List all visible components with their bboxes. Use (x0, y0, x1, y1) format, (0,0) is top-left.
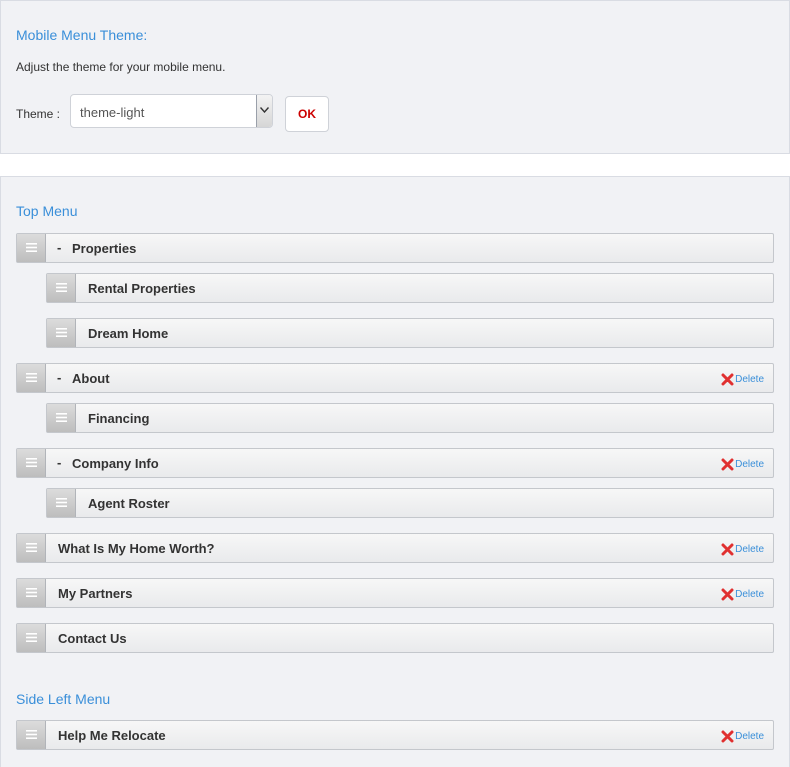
drag-handle[interactable] (47, 404, 76, 432)
ok-button[interactable]: OK (285, 96, 329, 132)
menu-item-properties[interactable]: - Properties (16, 233, 774, 263)
menu-item-label: My Partners (58, 586, 133, 601)
menu-item-dream-home[interactable]: Dream Home (46, 318, 774, 348)
delete-label: Delete (735, 543, 764, 555)
hamburger-icon (56, 328, 67, 337)
menu-item-help-me-relocate[interactable]: Help Me Relocate Delete (16, 720, 774, 750)
menu-item-my-partners[interactable]: My Partners Delete (16, 578, 774, 608)
delete-button[interactable]: Delete (721, 372, 764, 386)
menu-item-agent-roster[interactable]: Agent Roster (46, 488, 774, 518)
menu-item-label: About (72, 371, 110, 386)
hamburger-icon (26, 458, 37, 467)
theme-panel: Mobile Menu Theme: Adjust the theme for … (0, 0, 790, 154)
theme-select[interactable]: theme-light (70, 94, 273, 128)
theme-select-value: theme-light (80, 105, 145, 120)
theme-description: Adjust the theme for your mobile menu. (16, 60, 226, 74)
red-x-icon (721, 373, 734, 385)
drag-handle[interactable] (17, 721, 46, 749)
side-left-menu-title: Side Left Menu (16, 691, 111, 707)
hamburger-icon (26, 543, 37, 552)
red-x-icon (721, 458, 734, 470)
hamburger-icon (26, 588, 37, 597)
menu-item-label: What Is My Home Worth? (58, 541, 215, 556)
drag-handle[interactable] (17, 234, 46, 262)
hamburger-icon (56, 498, 67, 507)
collapse-toggle[interactable]: - (57, 240, 61, 255)
red-x-icon (721, 543, 734, 555)
drag-handle[interactable] (17, 624, 46, 652)
menu-panel: Top Menu - Properties Rental Properties … (0, 176, 790, 767)
menu-item-label: Help Me Relocate (58, 728, 166, 743)
top-menu-title: Top Menu (16, 203, 78, 219)
delete-button[interactable]: Delete (721, 457, 764, 471)
menu-item-about[interactable]: - About Delete (16, 363, 774, 393)
red-x-icon (721, 730, 734, 742)
delete-label: Delete (735, 588, 764, 600)
menu-item-label: Properties (72, 241, 137, 256)
menu-item-home-worth[interactable]: What Is My Home Worth? Delete (16, 533, 774, 563)
hamburger-icon (26, 243, 37, 252)
delete-button[interactable]: Delete (721, 542, 764, 556)
menu-item-label: Dream Home (88, 326, 169, 341)
delete-button[interactable]: Delete (721, 587, 764, 601)
drag-handle[interactable] (17, 579, 46, 607)
menu-item-contact-us[interactable]: Contact Us (16, 623, 774, 653)
hamburger-icon (56, 283, 67, 292)
drag-handle[interactable] (47, 319, 76, 347)
drag-handle[interactable] (17, 449, 46, 477)
drag-handle[interactable] (17, 534, 46, 562)
hamburger-icon (56, 413, 67, 422)
theme-label: Theme : (16, 107, 61, 121)
chevron-down-icon[interactable] (256, 95, 272, 127)
menu-item-label: Financing (88, 411, 150, 426)
menu-item-financing[interactable]: Financing (46, 403, 774, 433)
collapse-toggle[interactable]: - (57, 370, 61, 385)
theme-section-title: Mobile Menu Theme: (16, 27, 148, 43)
delete-label: Delete (735, 730, 764, 742)
delete-button[interactable]: Delete (721, 729, 764, 743)
drag-handle[interactable] (47, 274, 76, 302)
drag-handle[interactable] (17, 364, 46, 392)
menu-item-label: Company Info (72, 456, 159, 471)
drag-handle[interactable] (47, 489, 76, 517)
hamburger-icon (26, 373, 37, 382)
red-x-icon (721, 588, 734, 600)
menu-item-label: Rental Properties (88, 281, 196, 296)
hamburger-icon (26, 633, 37, 642)
menu-item-rental-properties[interactable]: Rental Properties (46, 273, 774, 303)
menu-item-label: Agent Roster (88, 496, 170, 511)
delete-label: Delete (735, 458, 764, 470)
menu-item-company-info[interactable]: - Company Info Delete (16, 448, 774, 478)
collapse-toggle[interactable]: - (57, 455, 61, 470)
menu-item-label: Contact Us (58, 631, 127, 646)
delete-label: Delete (735, 373, 764, 385)
hamburger-icon (26, 730, 37, 739)
